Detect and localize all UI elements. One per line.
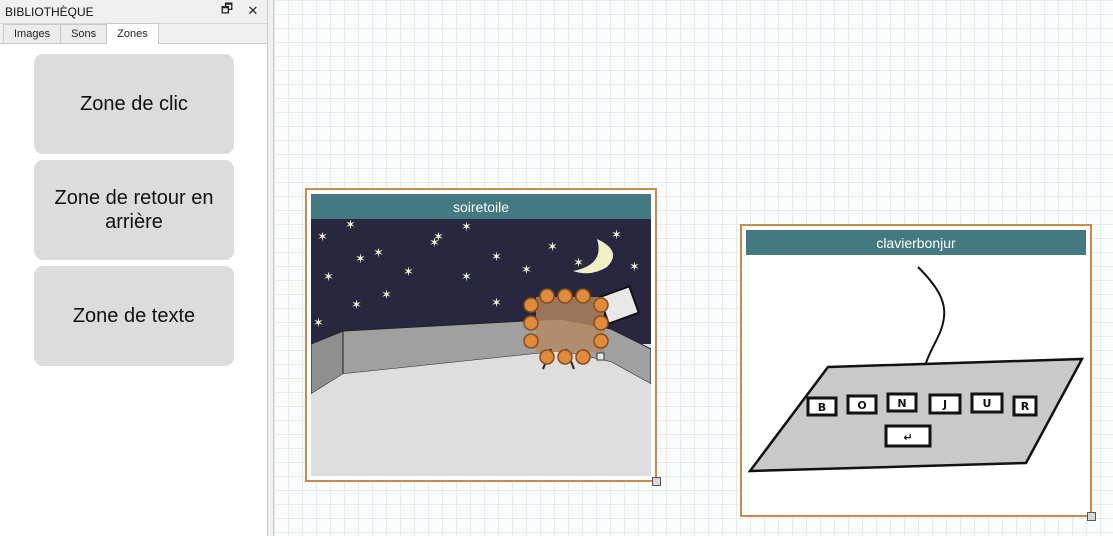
zone-retour-button[interactable]: Zone de retour en arrière (34, 160, 234, 260)
restore-icon[interactable]: 🗗 (219, 1, 235, 19)
tab-sons[interactable]: Sons (60, 24, 108, 43)
node-title: soiretoile (311, 194, 651, 219)
svg-text:✶: ✶ (461, 220, 472, 235)
panel-titlebar: BIBLIOTHÈQUE 🗗 ✕ (0, 0, 267, 24)
svg-text:✶: ✶ (491, 250, 502, 265)
keyboard-image: B O N J U R ↵ (746, 255, 1086, 511)
node-title: clavierbonjur (746, 230, 1086, 255)
svg-text:✶: ✶ (461, 270, 472, 285)
key-u: U (983, 397, 992, 410)
svg-text:✶: ✶ (345, 219, 356, 233)
svg-text:✶: ✶ (403, 265, 414, 280)
key-b: B (818, 401, 826, 414)
panel-title: BIBLIOTHÈQUE (5, 4, 94, 19)
tab-bar: Images Sons Zones (0, 23, 267, 44)
resize-handle[interactable] (652, 477, 661, 486)
key-o: O (857, 399, 866, 412)
tab-images[interactable]: Images (3, 24, 62, 43)
key-n: N (897, 397, 906, 410)
zone-texte-button[interactable]: Zone de texte (34, 266, 234, 366)
svg-text:✶: ✶ (323, 270, 334, 285)
resize-handle[interactable] (1087, 512, 1096, 521)
svg-text:✶: ✶ (313, 316, 324, 331)
close-icon[interactable]: ✕ (245, 3, 261, 19)
svg-text:✶: ✶ (373, 246, 384, 261)
key-enter: ↵ (903, 431, 912, 444)
svg-text:✶: ✶ (381, 288, 392, 303)
library-panel: BIBLIOTHÈQUE 🗗 ✕ Images Sons Zones Zone … (0, 0, 268, 536)
svg-text:✶: ✶ (521, 263, 532, 278)
svg-text:✶: ✶ (351, 298, 362, 313)
zones-list: Zone de clic Zone de retour en arrière Z… (0, 45, 267, 536)
key-j: J (942, 398, 947, 411)
svg-text:✶: ✶ (611, 228, 622, 243)
zone-clic-button[interactable]: Zone de clic (34, 54, 234, 154)
tab-zones[interactable]: Zones (106, 23, 159, 44)
svg-text:✶: ✶ (547, 240, 558, 255)
night-sky-image: ✶✶✶ ✶✶✶ ✶✶✶ ✶✶✶ ✶✶✶ ✶✶✶ ✶✶ (311, 219, 651, 476)
scene-node-clavierbonjur[interactable]: clavierbonjur B O N J U R ↵ (740, 224, 1096, 521)
svg-text:✶: ✶ (433, 230, 444, 245)
scene-canvas[interactable]: soiretoile ✶ ✶ ✶ ✶ ✶ ✶ ✶ ✶ ✶ ✶ ✶ ✶ ✶ ✶ ✶ ✶ ✶ ✶ ✶ ✶ (274, 0, 1113, 536)
svg-text:✶: ✶ (355, 252, 366, 267)
svg-text:✶: ✶ (317, 230, 328, 245)
app-window: BIBLIOTHÈQUE 🗗 ✕ Images Sons Zones Zone … (0, 0, 1113, 536)
svg-text:✶: ✶ (629, 260, 640, 275)
key-r: R (1021, 400, 1030, 413)
svg-text:✶: ✶ (491, 296, 502, 311)
scene-node-soiretoile[interactable]: soiretoile ✶ ✶ ✶ ✶ ✶ ✶ ✶ ✶ ✶ ✶ ✶ ✶ ✶ ✶ ✶ ✶ ✶ ✶ ✶ ✶ (305, 188, 661, 486)
